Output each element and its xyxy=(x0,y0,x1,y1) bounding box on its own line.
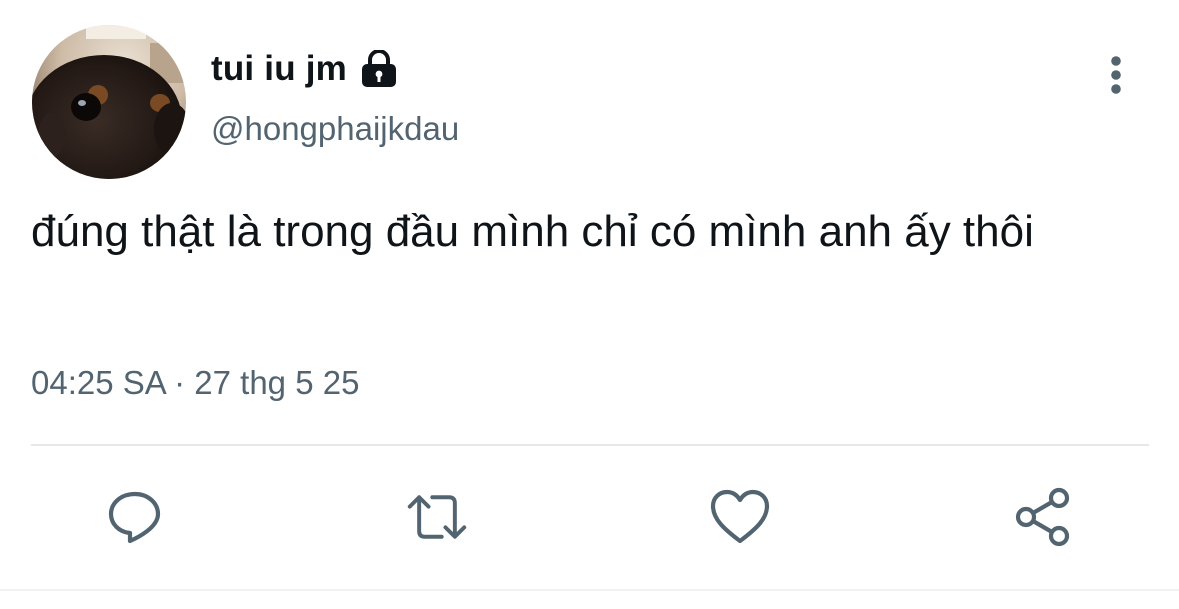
tweet-text: đúng thật là trong đầu mình chỉ có mình … xyxy=(31,207,1034,256)
reply-button[interactable] xyxy=(104,486,166,548)
retweet-icon xyxy=(407,495,467,539)
more-options-button[interactable] xyxy=(1096,52,1136,98)
more-vertical-icon xyxy=(1111,56,1121,94)
share-button[interactable] xyxy=(1013,486,1075,548)
reply-icon xyxy=(108,491,161,544)
bottom-divider xyxy=(0,589,1179,591)
author-name-row: tui iu jm xyxy=(211,44,399,94)
tweet-timestamp[interactable]: 04:25 SA · 27 thg 5 25 xyxy=(31,364,359,402)
heart-icon xyxy=(710,489,770,544)
divider xyxy=(31,444,1149,446)
tweet-card: tui iu jm @hongphaijkdau đúng thật là tr… xyxy=(0,0,1179,609)
share-icon xyxy=(1015,487,1070,547)
lock-icon xyxy=(359,50,399,88)
like-button[interactable] xyxy=(709,486,771,548)
display-name[interactable]: tui iu jm xyxy=(211,49,347,89)
author-handle[interactable]: @hongphaijkdau xyxy=(211,110,459,148)
avatar[interactable] xyxy=(32,25,186,179)
retweet-button[interactable] xyxy=(406,486,468,548)
